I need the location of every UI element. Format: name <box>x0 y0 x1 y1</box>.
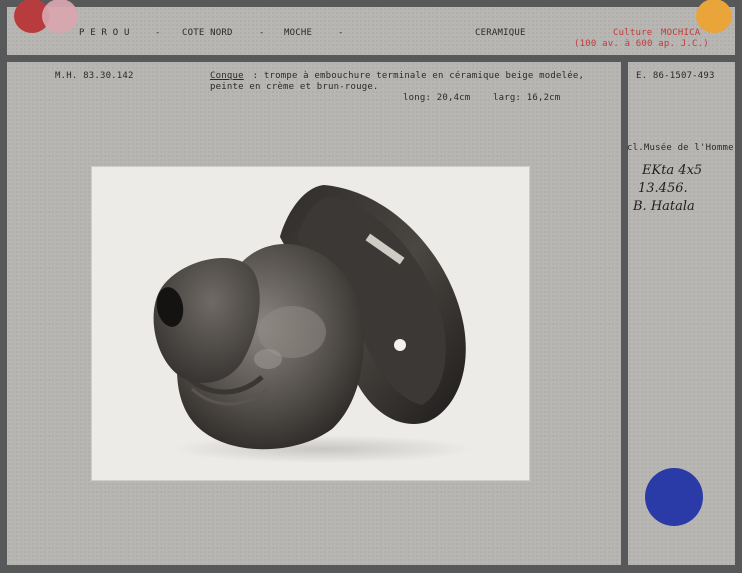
origin-separator: - <box>338 28 344 38</box>
description-line-2: peinte en crème et brun-rouge. <box>210 82 379 92</box>
pink-dot-sticker <box>42 0 78 33</box>
origin-site: MOCHE <box>284 28 313 38</box>
dimension-width: larg: 16,2cm <box>493 93 561 103</box>
object-name: Conque <box>210 71 244 81</box>
orange-dot-sticker <box>696 0 732 33</box>
record-card: M.H. 83.30.142 Conque : trompe à embouch… <box>7 62 621 565</box>
handwritten-reference: 13.456. <box>638 181 688 196</box>
photo-credit: cl.Musée de l'Homme <box>627 143 734 153</box>
origin-separator: - <box>259 28 265 38</box>
photo-info-card: E. 86-1507-493 cl.Musée de l'Homme EKta … <box>627 62 735 565</box>
object-photograph <box>92 167 529 480</box>
dimension-length: long: 20,4cm <box>403 93 471 103</box>
origin-region: COTE NORD <box>182 28 233 38</box>
handwritten-photographer: B. Hatala <box>633 199 695 214</box>
blue-dot-sticker <box>645 468 703 526</box>
conch-trumpet-image <box>153 185 472 463</box>
handwritten-film-format: EKta 4x5 <box>642 163 703 178</box>
header-card: P E R O U - COTE NORD - MOCHE - CERAMIQU… <box>7 0 735 55</box>
description-line-1: : trompe à embouchure terminale en céram… <box>247 71 585 81</box>
origin-country: P E R O U <box>79 28 130 38</box>
origin-separator: - <box>155 28 161 38</box>
category-label: CERAMIQUE <box>475 28 526 38</box>
photo-number: E. 86-1507-493 <box>636 71 715 81</box>
culture-name: MOCHICA <box>661 28 701 38</box>
culture-dates: (100 av. à 600 ap. J.C.) <box>574 39 709 49</box>
culture-prefix: Culture <box>613 28 653 38</box>
inventory-number: M.H. 83.30.142 <box>55 71 134 81</box>
